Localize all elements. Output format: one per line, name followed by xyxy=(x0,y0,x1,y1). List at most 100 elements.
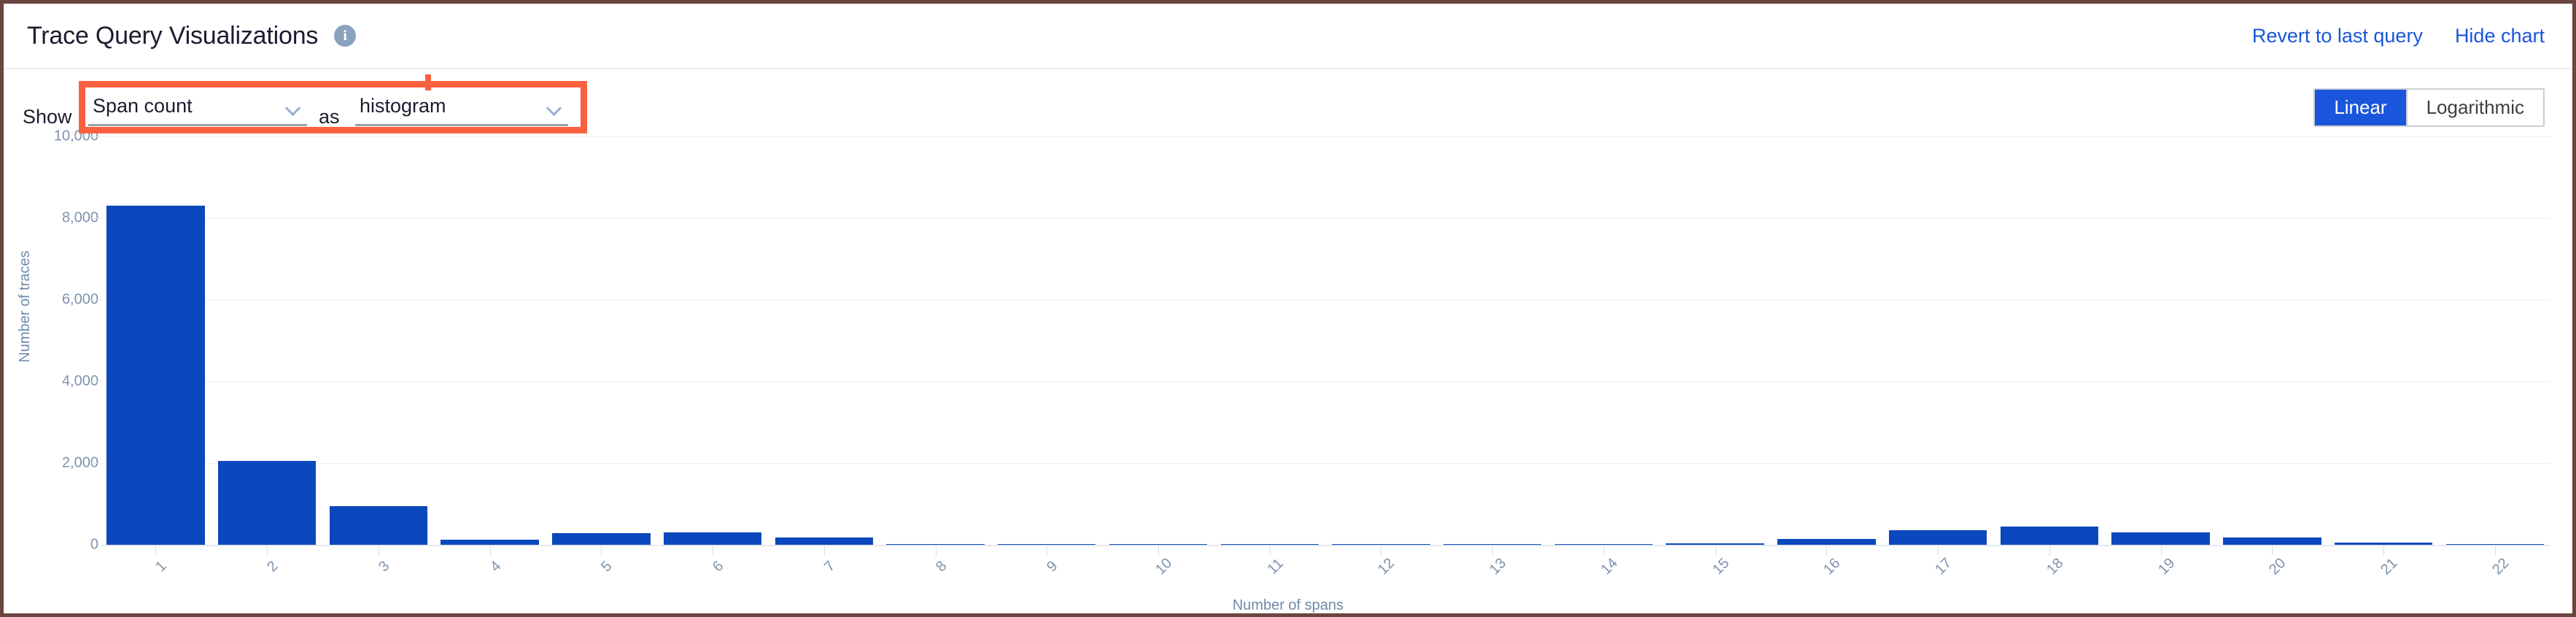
x-axis-tick-mark xyxy=(1604,546,1605,556)
page-title: Trace Query Visualizations xyxy=(27,22,318,50)
bar-slot xyxy=(1103,136,1214,545)
bar-slot xyxy=(1771,136,1882,545)
bar-slot xyxy=(2439,136,2550,545)
y-axis-tick-label: 6,000 xyxy=(26,292,98,308)
x-axis-tick-mark xyxy=(1938,546,1939,556)
x-axis-tick-mark xyxy=(601,546,602,556)
bar-slot xyxy=(1214,136,1325,545)
y-axis-tick-label: 8,000 xyxy=(26,210,98,227)
histogram-bar[interactable] xyxy=(2001,527,2098,545)
x-axis-tick-label: 19 xyxy=(2155,555,2179,578)
y-axis-tick-mark xyxy=(90,381,100,382)
x-axis-tick-label: 13 xyxy=(1486,555,1510,578)
bar-slot xyxy=(212,136,323,545)
histogram-bar[interactable] xyxy=(218,461,316,545)
histogram-bar[interactable] xyxy=(2111,532,2209,545)
bar-slot xyxy=(1325,136,1437,545)
histogram-bar[interactable] xyxy=(2223,538,2321,545)
histogram-bar[interactable] xyxy=(441,540,538,545)
bar-slot xyxy=(1437,136,1548,545)
x-axis-tick-mark xyxy=(2495,546,2496,556)
bar-series xyxy=(100,136,2550,545)
bar-slot xyxy=(991,136,1103,545)
histogram-bar[interactable] xyxy=(552,533,650,545)
panel-header: Trace Query Visualizations i Revert to l… xyxy=(4,4,2572,69)
x-axis-tick-mark xyxy=(267,546,268,556)
bar-slot xyxy=(1548,136,1660,545)
revert-to-last-query-link[interactable]: Revert to last query xyxy=(2252,25,2423,47)
x-axis-tick-mark xyxy=(490,546,491,556)
bar-slot xyxy=(2105,136,2216,545)
x-axis-tick-label: 15 xyxy=(1710,555,1733,578)
bar-slot xyxy=(100,136,212,545)
x-axis-tick-mark xyxy=(2049,546,2050,556)
scale-logarithmic-button[interactable]: Logarithmic xyxy=(2406,90,2543,125)
x-axis-tick-mark xyxy=(2272,546,2273,556)
x-axis-title: Number of spans xyxy=(4,597,2572,614)
x-axis-tick-mark xyxy=(1715,546,1716,556)
y-axis-tick-mark xyxy=(90,218,100,219)
metric-select-value: Span count xyxy=(88,95,193,117)
x-axis-tick-label: 4 xyxy=(487,558,505,575)
bar-slot xyxy=(1659,136,1771,545)
histogram-bar[interactable] xyxy=(775,538,873,545)
x-axis-tick-label: 5 xyxy=(598,558,616,575)
y-axis-tick-label: 4,000 xyxy=(26,373,98,390)
x-axis-tick-label: 1 xyxy=(152,558,170,575)
histogram-bar[interactable] xyxy=(1889,530,1987,545)
bar-slot xyxy=(546,136,657,545)
bar-slot xyxy=(434,136,546,545)
histogram-bar[interactable] xyxy=(106,206,204,545)
x-axis-tick-label: 22 xyxy=(2489,555,2513,578)
x-axis-tick-label: 2 xyxy=(264,558,282,575)
x-axis-tick-mark xyxy=(1492,546,1493,556)
x-axis-tick-label: 17 xyxy=(1932,555,1955,578)
y-axis-tick-label: 10,000 xyxy=(26,128,98,145)
show-label: Show xyxy=(23,106,72,128)
histogram-chart: Number of traces 02,0004,0006,0008,00010… xyxy=(4,136,2572,613)
panel-header-left: Trace Query Visualizations i xyxy=(27,22,356,50)
x-axis-tick-label: 11 xyxy=(1264,556,1287,578)
x-axis-tick-label: 12 xyxy=(1376,555,1399,578)
chevron-down-icon xyxy=(287,103,300,110)
metric-select[interactable]: Span count xyxy=(88,88,307,126)
x-axis-tick-mark xyxy=(2383,546,2384,556)
x-axis-tick-label: 8 xyxy=(933,558,950,575)
visualization-type-select[interactable]: histogram xyxy=(355,88,568,126)
x-axis-tick-label: 16 xyxy=(1821,555,1844,578)
histogram-bar[interactable] xyxy=(330,506,427,545)
scale-toggle-group: Linear Logarithmic xyxy=(2313,88,2545,127)
bar-slot xyxy=(1993,136,2105,545)
x-axis-tick-mark xyxy=(2161,546,2162,556)
y-axis-tick-mark xyxy=(90,136,100,137)
y-axis-tick-label: 0 xyxy=(26,537,98,554)
bar-slot xyxy=(1882,136,1994,545)
x-axis-tick-label: 18 xyxy=(2044,555,2067,578)
x-axis-tick-label: 10 xyxy=(1152,555,1176,578)
x-axis-tick-label: 3 xyxy=(376,558,393,575)
info-icon[interactable]: i xyxy=(334,25,356,47)
trace-query-visualizations-panel: Trace Query Visualizations i Revert to l… xyxy=(0,0,2576,617)
chevron-down-icon xyxy=(548,103,561,110)
bar-slot xyxy=(322,136,434,545)
x-axis-tick-mark xyxy=(155,546,156,556)
y-axis-tick-mark xyxy=(90,463,100,464)
x-axis-tick-label: 20 xyxy=(2266,555,2289,578)
y-axis-ticks: 02,0004,0006,0008,00010,000 xyxy=(4,136,98,613)
panel-header-actions: Revert to last query Hide chart xyxy=(2252,25,2545,47)
x-axis-tick-mark xyxy=(1158,546,1159,556)
x-axis-tick-label: 7 xyxy=(821,558,839,575)
plot-area: 12345678910111213141516171819202122 xyxy=(100,136,2550,545)
scale-linear-button[interactable]: Linear xyxy=(2315,90,2405,125)
bar-slot xyxy=(2216,136,2328,545)
x-axis-tick-label: 14 xyxy=(1598,555,1621,578)
x-axis-tick-label: 21 xyxy=(2378,555,2401,578)
histogram-bar[interactable] xyxy=(1777,539,1875,545)
x-axis-tick-mark xyxy=(824,546,825,556)
hide-chart-link[interactable]: Hide chart xyxy=(2455,25,2545,47)
bar-slot xyxy=(768,136,880,545)
x-axis-tick-label: 6 xyxy=(710,558,727,575)
as-label: as xyxy=(319,106,340,128)
bar-slot xyxy=(657,136,769,545)
histogram-bar[interactable] xyxy=(664,532,761,545)
